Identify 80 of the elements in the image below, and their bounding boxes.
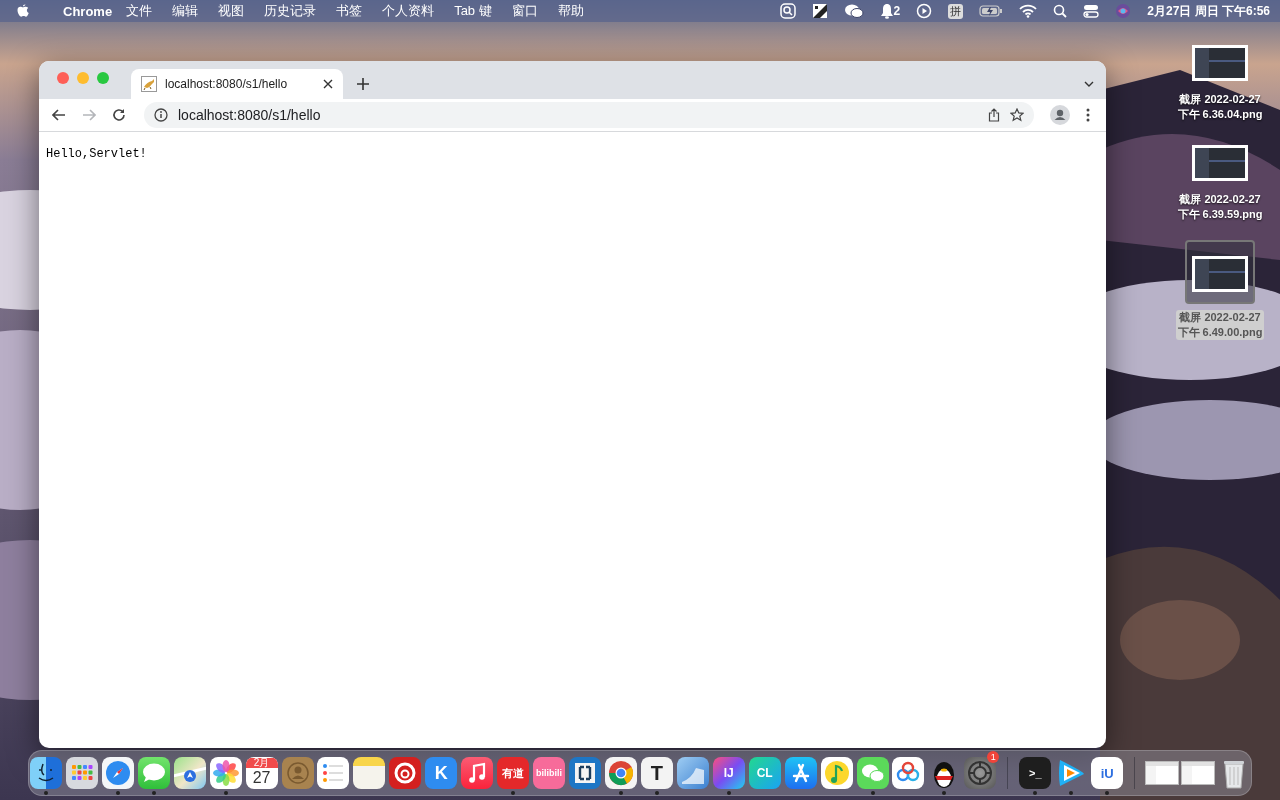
ide-icon[interactable]: IJ [712,757,745,789]
chat-bubbles-icon[interactable] [856,757,889,789]
icon-label: IJ [723,767,734,779]
chevron-down-icon[interactable] [1084,81,1094,87]
app-menu[interactable]: Chrome [63,3,113,19]
icon-label: CL [756,767,773,779]
chat-bubbles-icon[interactable] [843,3,864,19]
input-method-indicator[interactable]: 拼 [948,3,964,19]
menu-item[interactable]: 帮助 [557,2,584,20]
search-icon[interactable] [1053,4,1068,18]
bell-indicator[interactable]: 2 [879,3,901,19]
file-thumbnail[interactable] [1185,240,1255,304]
music-note-icon[interactable] [461,757,494,789]
speech-bubble-icon[interactable] [137,757,170,789]
menu-item[interactable]: Tab 键 [454,2,492,20]
map-icon[interactable] [173,757,206,789]
flower-icon[interactable] [209,757,242,789]
icon-label: bilibili [536,768,563,778]
cloud-icon[interactable] [892,757,925,789]
wifi-icon[interactable] [1019,4,1038,18]
menu-icon[interactable] [1086,108,1090,122]
orb-icon[interactable] [1115,3,1132,19]
new-tab-icon[interactable] [357,78,369,90]
compass-icon[interactable] [101,757,134,789]
icon-label: T [650,763,663,783]
apple-icon[interactable] [16,3,30,19]
back-icon[interactable] [52,109,66,121]
play-icon[interactable] [916,3,933,19]
menu-item[interactable]: 书签 [336,2,363,20]
music-app-icon[interactable] [389,757,422,789]
info-icon[interactable] [154,108,168,122]
menu-item[interactable]: 历史记录 [264,2,317,20]
star-icon[interactable] [1010,108,1024,122]
music-note-icon[interactable] [820,757,853,789]
menu-item[interactable]: 窗口 [511,2,538,20]
battery-icon[interactable] [979,4,1004,18]
checklist-icon[interactable] [317,757,350,789]
address-bar[interactable]: localhost:8080/s1/hello [144,102,1034,128]
calendar-icon[interactable]: 2月 27 [245,757,278,789]
notification-count: 2 [893,4,901,18]
window-thumbnail[interactable] [1181,761,1216,785]
file-name[interactable]: 截屏 2022-02-27 下午 6.39.59.png [1175,192,1265,222]
day-label: 27 [252,768,271,787]
reload-icon[interactable] [112,108,126,122]
search-icon[interactable] [779,3,796,19]
icon-label: >_ [1028,767,1042,779]
tiles-icon[interactable] [811,3,828,19]
month-label: 2月 [245,758,278,768]
icon-label: K [434,764,448,782]
toggles-icon[interactable] [1083,3,1100,19]
icon-label: 有道 [502,767,525,779]
clock[interactable]: 2月27日 周日 下午6:56 [1147,2,1270,20]
letters-icon[interactable]: iU [1091,757,1124,789]
app-grid-icon[interactable] [65,757,98,789]
icon-label: iU [1100,766,1114,780]
menu-item[interactable]: 个人资料 [382,2,435,20]
window-thumbnail[interactable] [1145,761,1180,785]
close-icon[interactable] [323,79,333,89]
dictionary-icon[interactable]: 有道 [497,757,530,789]
terminal-icon[interactable]: >_ [1019,757,1052,789]
url-text: localhost:8080/s1/hello [178,107,321,123]
file-name[interactable]: 截屏 2022-02-27 下午 6.49.00.png [1175,310,1265,340]
menu-item[interactable]: 文件 [126,2,153,20]
letter-t-icon[interactable]: T [640,757,673,789]
app-icon[interactable] [676,757,709,789]
profile-avatar-icon[interactable] [1050,105,1070,125]
tab-title: localhost:8080/s1/hello [165,77,289,91]
brackets-icon[interactable] [569,757,601,789]
menu-item[interactable]: 视图 [218,2,245,20]
file-name[interactable]: 截屏 2022-02-27 下午 6.36.04.png [1175,92,1265,122]
app-store-icon[interactable] [784,757,817,789]
smiley-face-icon[interactable] [29,757,62,789]
letter-k-icon[interactable]: K [425,757,458,789]
share-icon[interactable] [988,108,1000,122]
menu-item[interactable]: 编辑 [172,2,199,20]
notepad-icon[interactable] [353,757,386,789]
browser-icon[interactable] [604,757,637,789]
video-app-icon[interactable]: bilibili [533,757,566,789]
page-text: Hello,Servlet! [46,147,147,161]
browser-tab[interactable]: localhost:8080/s1/hello [131,69,343,99]
